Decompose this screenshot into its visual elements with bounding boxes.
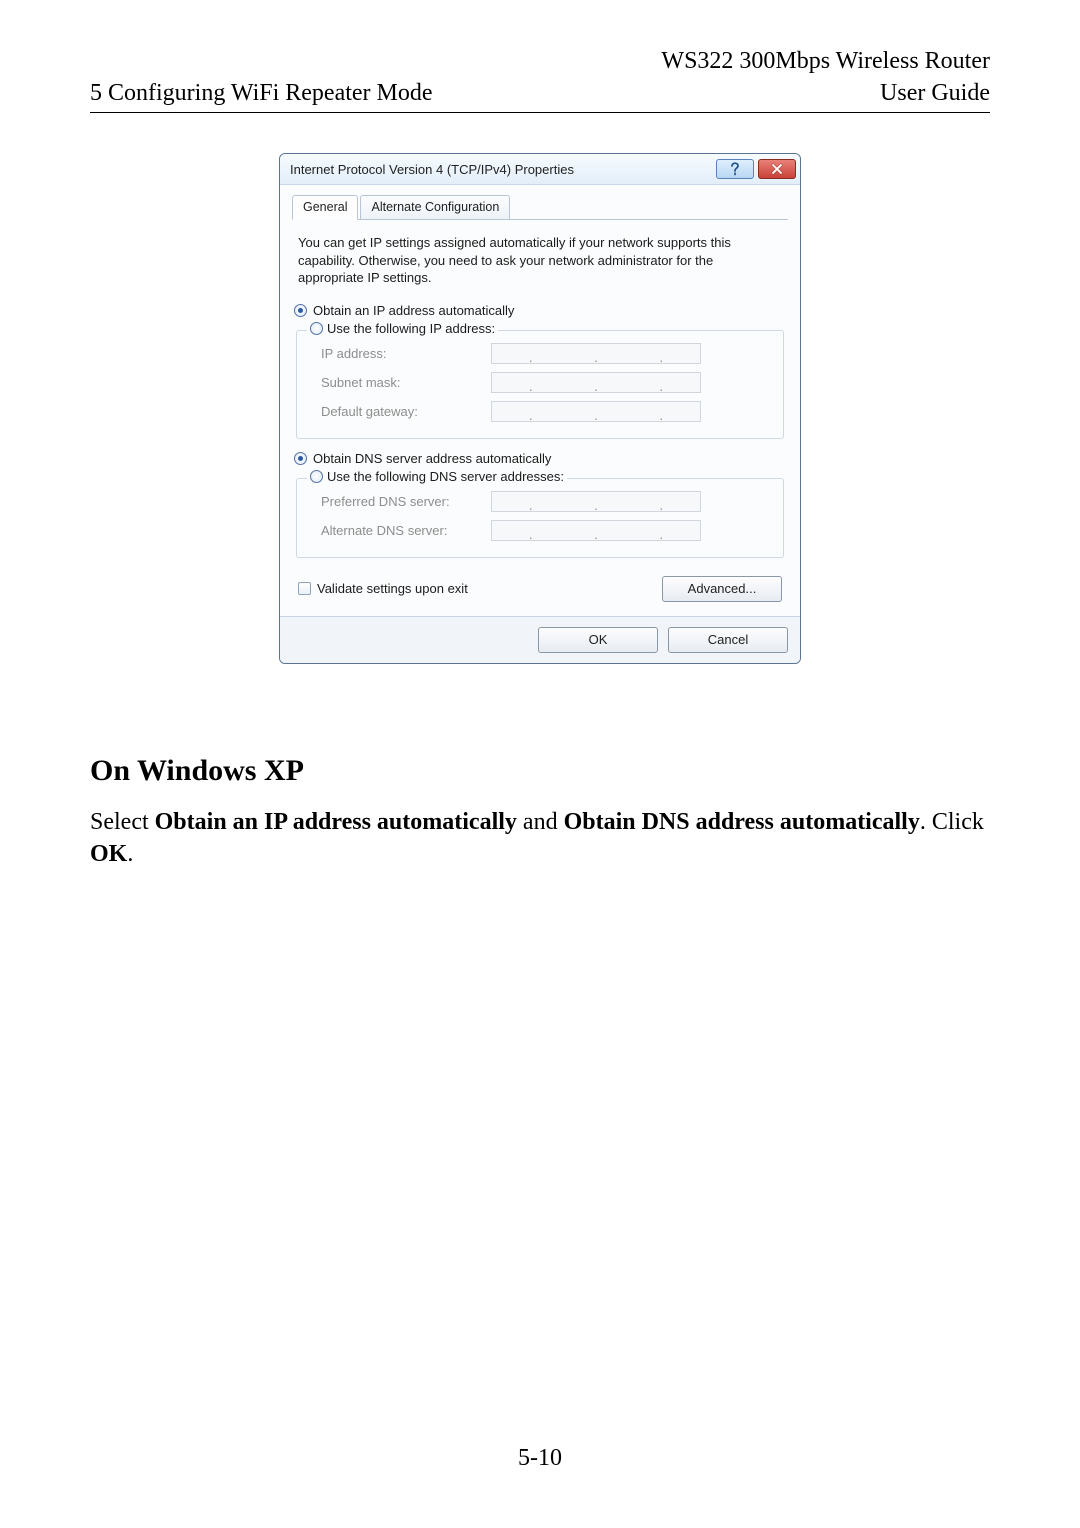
intro-text: You can get IP settings assigned automat… bbox=[292, 230, 788, 301]
ip-address-input[interactable]: ... bbox=[491, 343, 701, 364]
chapter-title: 5 Configuring WiFi Repeater Mode bbox=[90, 78, 433, 108]
ip-manual-group: Use the following IP address: IP address… bbox=[296, 330, 784, 439]
preferred-dns-input[interactable]: ... bbox=[491, 491, 701, 512]
product-title: WS322 300Mbps Wireless Router bbox=[90, 46, 990, 76]
dns-manual-group: Use the following DNS server addresses: … bbox=[296, 478, 784, 558]
radio-dns-manual[interactable]: Use the following DNS server addresses: bbox=[307, 469, 567, 484]
checkbox-icon bbox=[298, 582, 311, 595]
doc-type: User Guide bbox=[880, 78, 990, 108]
section-heading: On Windows XP bbox=[90, 754, 990, 788]
titlebar: Internet Protocol Version 4 (TCP/IPv4) P… bbox=[280, 154, 800, 185]
dialog-footer: OK Cancel bbox=[280, 616, 800, 663]
radio-ip-auto-label: Obtain an IP address automatically bbox=[313, 303, 514, 318]
radio-unselected-icon bbox=[310, 322, 323, 335]
radio-dns-auto-label: Obtain DNS server address automatically bbox=[313, 451, 551, 466]
radio-ip-manual[interactable]: Use the following IP address: bbox=[307, 321, 498, 336]
close-icon bbox=[771, 163, 783, 175]
dialog-title: Internet Protocol Version 4 (TCP/IPv4) P… bbox=[290, 162, 716, 177]
tab-strip: General Alternate Configuration bbox=[292, 195, 788, 220]
alternate-dns-input[interactable]: ... bbox=[491, 520, 701, 541]
default-gateway-label: Default gateway: bbox=[307, 404, 491, 419]
page-header: WS322 300Mbps Wireless Router 5 Configur… bbox=[90, 46, 990, 113]
ok-button[interactable]: OK bbox=[538, 627, 658, 653]
help-icon bbox=[730, 162, 740, 176]
help-button[interactable] bbox=[716, 159, 754, 179]
radio-selected-icon bbox=[294, 304, 307, 317]
close-button[interactable] bbox=[758, 159, 796, 179]
radio-unselected-icon bbox=[310, 470, 323, 483]
subnet-mask-input[interactable]: ... bbox=[491, 372, 701, 393]
radio-selected-icon bbox=[294, 452, 307, 465]
ip-address-label: IP address: bbox=[307, 346, 491, 361]
page-number: 5-10 bbox=[0, 1445, 1080, 1472]
ipv4-properties-dialog: Internet Protocol Version 4 (TCP/IPv4) P… bbox=[279, 153, 801, 664]
dialog-figure: Internet Protocol Version 4 (TCP/IPv4) P… bbox=[90, 153, 990, 664]
radio-ip-manual-label: Use the following IP address: bbox=[327, 321, 495, 336]
preferred-dns-label: Preferred DNS server: bbox=[307, 494, 491, 509]
cancel-button[interactable]: Cancel bbox=[668, 627, 788, 653]
default-gateway-input[interactable]: ... bbox=[491, 401, 701, 422]
radio-dns-manual-label: Use the following DNS server addresses: bbox=[327, 469, 564, 484]
subnet-mask-label: Subnet mask: bbox=[307, 375, 491, 390]
tab-general[interactable]: General bbox=[292, 195, 358, 220]
advanced-button[interactable]: Advanced... bbox=[662, 576, 782, 602]
validate-settings-checkbox[interactable]: Validate settings upon exit bbox=[298, 581, 468, 596]
instruction-paragraph: Select Obtain an IP address automaticall… bbox=[90, 806, 990, 871]
alternate-dns-label: Alternate DNS server: bbox=[307, 523, 491, 538]
validate-settings-label: Validate settings upon exit bbox=[317, 581, 468, 596]
tab-alternate-configuration[interactable]: Alternate Configuration bbox=[360, 195, 510, 219]
